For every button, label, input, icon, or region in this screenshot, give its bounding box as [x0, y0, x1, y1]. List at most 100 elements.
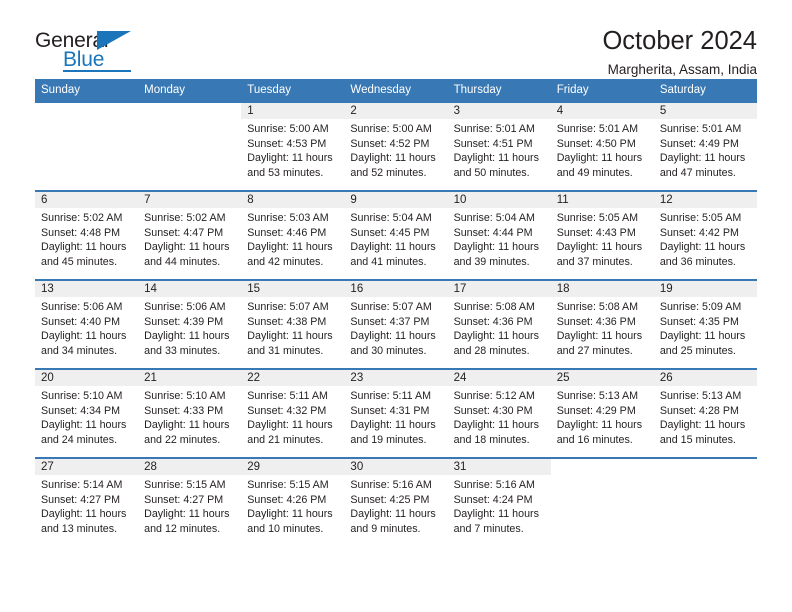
- daylight-text: Daylight: 11 hours and 13 minutes.: [41, 508, 127, 535]
- calendar-day-cell[interactable]: 28 Sunrise: 5:15 AM Sunset: 4:27 PM Dayligh…: [138, 459, 242, 546]
- calendar-day-cell[interactable]: 21 Sunrise: 5:10 AM Sunset: 4:33 PM Dayligh…: [138, 370, 242, 457]
- calendar-day-cell[interactable]: 20 Sunrise: 5:10 AM Sunset: 4:34 PM Dayligh…: [35, 370, 139, 457]
- sunrise-text: Sunrise: 5:02 AM: [41, 212, 123, 224]
- calendar-day-cell[interactable]: 30 Sunrise: 5:16 AM Sunset: 4:25 PM Dayligh…: [344, 459, 448, 546]
- daylight-text: Daylight: 11 hours and 31 minutes.: [247, 330, 333, 357]
- sunset-text: Sunset: 4:33 PM: [144, 404, 224, 417]
- calendar-day-cell[interactable]: 5 Sunrise: 5:01 AM Sunset: 4:49 PM Daylight…: [653, 103, 757, 190]
- calendar-day-cell[interactable]: 26 Sunrise: 5:13 AM Sunset: 4:28 PM Dayligh…: [653, 370, 757, 457]
- day-number: 23: [344, 370, 448, 386]
- calendar-day-cell[interactable]: 29 Sunrise: 5:15 AM Sunset: 4:26 PM Dayligh…: [241, 459, 345, 546]
- calendar-day-cell[interactable]: 7 Sunrise: 5:02 AM Sunset: 4:47 PM Daylight…: [138, 192, 242, 279]
- sunrise-text: Sunrise: 5:14 AM: [41, 479, 123, 491]
- daylight-text: Daylight: 11 hours and 15 minutes.: [659, 419, 746, 446]
- day-details: Sunrise: 5:16 AM Sunset: 4:24 PM Daylight:…: [448, 475, 551, 536]
- calendar-day-cell[interactable]: 25 Sunrise: 5:13 AM Sunset: 4:29 PM Dayligh…: [550, 370, 654, 457]
- calendar-day-cell[interactable]: 17 Sunrise: 5:08 AM Sunset: 4:36 PM Dayligh…: [447, 281, 551, 368]
- sunrise-text: Sunrise: 5:07 AM: [350, 301, 432, 313]
- calendar-day-cell[interactable]: 27 Sunrise: 5:14 AM Sunset: 4:27 PM Dayligh…: [35, 459, 139, 546]
- day-number: 9: [344, 192, 448, 208]
- calendar-day-cell[interactable]: 6 Sunrise: 5:02 AM Sunset: 4:48 PM Daylight…: [35, 192, 139, 279]
- daylight-text: Daylight: 11 hours and 33 minutes.: [144, 330, 230, 357]
- sunset-text: Sunset: 4:40 PM: [41, 315, 121, 328]
- day-number: 17: [447, 281, 551, 297]
- day-details: Sunrise: 5:07 AM Sunset: 4:37 PM Daylight:…: [344, 297, 447, 358]
- day-number: 21: [138, 370, 242, 386]
- sunset-text: Sunset: 4:50 PM: [556, 137, 636, 150]
- calendar-table: Sunday Monday Tuesday Wednesday Thursday Frid…: [35, 79, 757, 546]
- day-number: 29: [241, 459, 345, 475]
- calendar-week-row: 20 Sunrise: 5:10 AM Sunset: 4:34 PM Dayligh…: [35, 368, 757, 458]
- sunset-text: Sunset: 4:42 PM: [659, 226, 739, 239]
- calendar-day-cell[interactable]: 9 Sunrise: 5:04 AM Sunset: 4:45 PM Daylight…: [344, 192, 448, 279]
- day-details: Sunrise: 5:10 AM Sunset: 4:34 PM Daylight:…: [35, 386, 138, 447]
- sunrise-text: Sunrise: 5:07 AM: [247, 301, 329, 313]
- daylight-text: Daylight: 11 hours and 50 minutes.: [453, 152, 539, 179]
- day-details: Sunrise: 5:09 AM Sunset: 4:35 PM Daylight:…: [654, 297, 757, 358]
- daylight-text: Daylight: 11 hours and 24 minutes.: [41, 419, 127, 446]
- day-number: 10: [447, 192, 551, 208]
- sunset-text: Sunset: 4:32 PM: [247, 404, 327, 417]
- sunset-text: Sunset: 4:37 PM: [350, 315, 430, 328]
- sunset-text: Sunset: 4:53 PM: [247, 137, 327, 150]
- sunrise-text: Sunrise: 5:01 AM: [659, 123, 742, 135]
- day-number: 28: [138, 459, 242, 475]
- day-details: Sunrise: 5:11 AM Sunset: 4:32 PM Daylight:…: [241, 386, 344, 447]
- calendar-day-cell[interactable]: 12 Sunrise: 5:05 AM Sunset: 4:42 PM Dayligh…: [653, 192, 757, 279]
- calendar-day-cell[interactable]: 19 Sunrise: 5:09 AM Sunset: 4:35 PM Dayligh…: [653, 281, 757, 368]
- calendar-day-cell[interactable]: 1 Sunrise: 5:00 AM Sunset: 4:53 PM Daylight…: [241, 103, 345, 190]
- sunset-text: Sunset: 4:47 PM: [144, 226, 224, 239]
- calendar-day-cell[interactable]: 15 Sunrise: 5:07 AM Sunset: 4:38 PM Dayligh…: [241, 281, 345, 368]
- day-number: [138, 103, 242, 119]
- sunset-text: Sunset: 4:27 PM: [41, 493, 121, 506]
- generalblue-logo[interactable]: General Blue: [35, 28, 145, 74]
- sunset-text: Sunset: 4:48 PM: [41, 226, 121, 239]
- daylight-text: Daylight: 11 hours and 12 minutes.: [144, 508, 230, 535]
- calendar-week-row: 1 Sunrise: 5:00 AM Sunset: 4:53 PM Daylight…: [35, 101, 757, 191]
- calendar-day-cell[interactable]: 24 Sunrise: 5:12 AM Sunset: 4:30 PM Dayligh…: [447, 370, 551, 457]
- logo-underline: [63, 70, 131, 72]
- calendar-header-row: Sunday Monday Tuesday Wednesday Thursday Frid…: [35, 79, 757, 102]
- sunset-text: Sunset: 4:46 PM: [247, 226, 327, 239]
- calendar-day-cell[interactable]: 3 Sunrise: 5:01 AM Sunset: 4:51 PM Daylight…: [447, 103, 551, 190]
- calendar-day-cell[interactable]: 16 Sunrise: 5:07 AM Sunset: 4:37 PM Dayligh…: [344, 281, 448, 368]
- calendar-day-cell[interactable]: 23 Sunrise: 5:11 AM Sunset: 4:31 PM Dayligh…: [344, 370, 448, 457]
- daylight-text: Daylight: 11 hours and 49 minutes.: [556, 152, 643, 179]
- calendar-day-cell[interactable]: 13 Sunrise: 5:06 AM Sunset: 4:40 PM Dayligh…: [35, 281, 139, 368]
- calendar-day-cell[interactable]: 31 Sunrise: 5:16 AM Sunset: 4:24 PM Dayligh…: [447, 459, 551, 546]
- page-title: October 2024: [602, 27, 757, 55]
- sunrise-text: Sunrise: 5:15 AM: [247, 479, 329, 491]
- day-number: [653, 459, 757, 475]
- day-details: Sunrise: 5:01 AM Sunset: 4:50 PM Daylight:…: [551, 119, 654, 180]
- calendar-day-cell[interactable]: 14 Sunrise: 5:06 AM Sunset: 4:39 PM Dayligh…: [138, 281, 242, 368]
- calendar-day-cell[interactable]: 18 Sunrise: 5:08 AM Sunset: 4:36 PM Dayligh…: [550, 281, 654, 368]
- day-details: Sunrise: 5:13 AM Sunset: 4:28 PM Daylight:…: [654, 386, 757, 447]
- day-number: 8: [241, 192, 345, 208]
- calendar-day-cell[interactable]: 2 Sunrise: 5:00 AM Sunset: 4:52 PM Daylight…: [344, 103, 448, 190]
- sunset-text: Sunset: 4:25 PM: [350, 493, 430, 506]
- sunrise-text: Sunrise: 5:13 AM: [659, 390, 742, 402]
- sunrise-text: Sunrise: 5:06 AM: [41, 301, 123, 313]
- day-details: Sunrise: 5:08 AM Sunset: 4:36 PM Daylight:…: [551, 297, 654, 358]
- day-number: 13: [35, 281, 139, 297]
- sunset-text: Sunset: 4:52 PM: [350, 137, 430, 150]
- day-number: [35, 103, 139, 119]
- day-details: Sunrise: 5:11 AM Sunset: 4:31 PM Daylight:…: [344, 386, 447, 447]
- sunrise-text: Sunrise: 5:08 AM: [453, 301, 535, 313]
- day-number: 18: [550, 281, 654, 297]
- calendar-day-cell[interactable]: 4 Sunrise: 5:01 AM Sunset: 4:50 PM Daylight…: [550, 103, 654, 190]
- sunrise-text: Sunrise: 5:04 AM: [453, 212, 535, 224]
- sunrise-text: Sunrise: 5:00 AM: [247, 123, 329, 135]
- calendar-day-cell[interactable]: 11 Sunrise: 5:05 AM Sunset: 4:43 PM Dayligh…: [550, 192, 654, 279]
- day-number: 3: [447, 103, 551, 119]
- calendar-day-cell[interactable]: 8 Sunrise: 5:03 AM Sunset: 4:46 PM Daylight…: [241, 192, 345, 279]
- calendar-day-cell[interactable]: 22 Sunrise: 5:11 AM Sunset: 4:32 PM Dayligh…: [241, 370, 345, 457]
- day-number: 31: [447, 459, 551, 475]
- sunrise-text: Sunrise: 5:11 AM: [247, 390, 328, 402]
- day-number: 7: [138, 192, 242, 208]
- calendar-day-cell-empty: [35, 103, 139, 190]
- day-details: Sunrise: 5:06 AM Sunset: 4:40 PM Daylight:…: [35, 297, 138, 358]
- calendar-day-cell[interactable]: 10 Sunrise: 5:04 AM Sunset: 4:44 PM Dayligh…: [447, 192, 551, 279]
- day-number: 12: [653, 192, 757, 208]
- sunrise-text: Sunrise: 5:01 AM: [556, 123, 639, 135]
